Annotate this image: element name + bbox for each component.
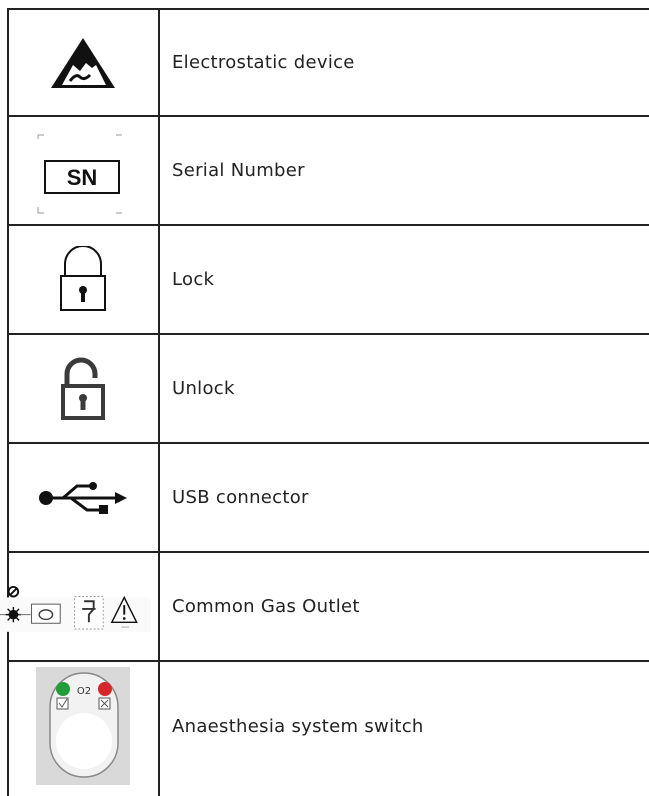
row-label: Anaesthesia system switch <box>172 715 424 737</box>
row-label: USB connector <box>172 487 309 508</box>
table-row: Common Gas Outlet <box>0 553 649 662</box>
lock-icon <box>59 245 106 311</box>
icon-cell: O2 <box>7 662 158 790</box>
row-label: Lock <box>172 269 215 290</box>
serial-number-text: SN <box>66 165 97 190</box>
icon-cell <box>7 226 158 333</box>
unlock-icon <box>60 357 105 420</box>
oxygen-label: O2 <box>76 686 90 697</box>
common-gas-outlet-icon <box>0 585 151 632</box>
table-row: SN Serial Number <box>7 117 649 226</box>
row-label: Common Gas Outlet <box>172 596 360 617</box>
anaesthesia-switch-icon: O2 <box>35 667 130 785</box>
table-row: Unlock <box>7 335 649 444</box>
table-row: O2 Anaesthesia system switch <box>7 662 649 790</box>
usb-connector-icon <box>38 481 127 514</box>
table-row: Electrostatic device <box>7 8 649 117</box>
row-label: Unlock <box>172 378 235 399</box>
row-label: Electrostatic device <box>172 52 355 73</box>
symbols-table: Electrostatic device SN Serial Number Lo… <box>0 8 649 790</box>
electrostatic-device-icon <box>50 37 115 88</box>
icon-cell: SN <box>7 117 158 224</box>
icon-cell <box>7 335 158 442</box>
table-row: Lock <box>7 226 649 335</box>
serial-number-icon: SN <box>37 134 122 213</box>
icon-cell <box>7 10 158 115</box>
table-row: USB connector <box>7 444 649 553</box>
row-label: Serial Number <box>172 160 305 181</box>
icon-cell <box>0 553 151 660</box>
icon-cell <box>7 444 158 551</box>
